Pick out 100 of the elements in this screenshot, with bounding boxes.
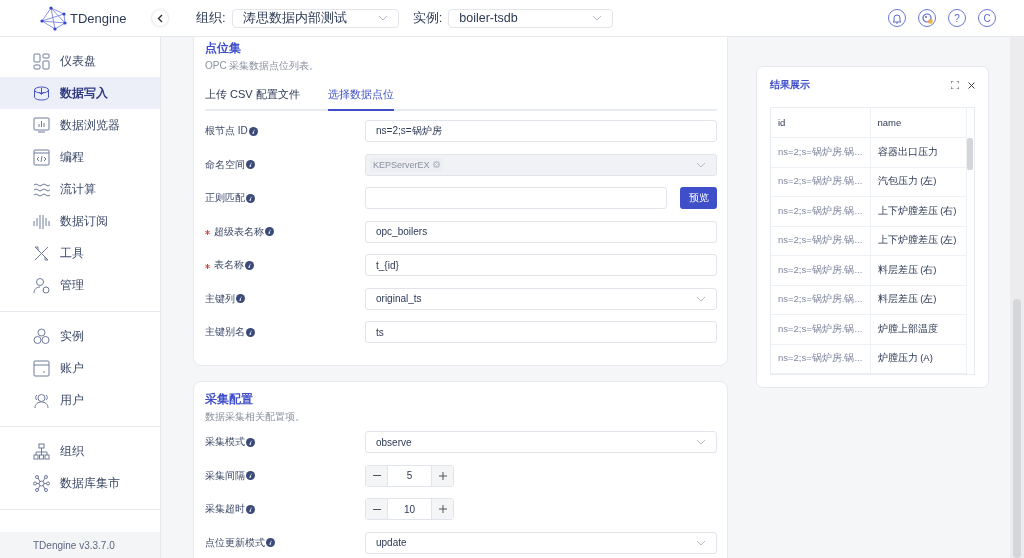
- input-field[interactable]: [365, 187, 667, 209]
- nav-item[interactable]: 数据写入: [0, 77, 160, 109]
- input-field[interactable]: ns=2;s=锅炉房: [365, 120, 717, 142]
- input-field[interactable]: ts: [365, 321, 717, 343]
- dashboard-icon: [33, 52, 50, 70]
- network-icon: [33, 474, 50, 492]
- chevron-down-icon: [592, 15, 603, 21]
- version-text: TDengine v3.3.7.0: [0, 532, 160, 558]
- section-description: OPC 采集数据点位列表。: [205, 59, 321, 73]
- select-field[interactable]: original_ts: [365, 287, 717, 310]
- select-field[interactable]: observe: [365, 431, 717, 453]
- tools-icon: [33, 244, 50, 262]
- column-header: id: [771, 108, 870, 138]
- table-cell: ns=2;s=锅炉房.锅...: [771, 137, 870, 167]
- field-label: 采集间隔: [205, 468, 245, 483]
- preview-button[interactable]: 预览: [680, 187, 717, 209]
- chevron-down-icon: [696, 161, 706, 168]
- table-cell: ns=2;s=锅炉房.锅...: [771, 314, 870, 344]
- minus-icon: [372, 508, 381, 510]
- nav-item[interactable]: 工具: [0, 237, 160, 269]
- info-icon: [236, 294, 245, 303]
- instance-label: 实例:: [412, 9, 443, 27]
- tag: KEPServerEX: [370, 157, 443, 172]
- table-cell: 汽包压力 (左): [870, 167, 967, 197]
- nav-item[interactable]: 实例: [0, 320, 160, 352]
- plus-icon: [438, 471, 447, 480]
- field-label: 根节点 ID: [205, 124, 248, 138]
- account-icon: [33, 359, 50, 377]
- info-icon: [246, 504, 255, 514]
- nav-item[interactable]: 仪表盘: [0, 45, 160, 77]
- table-cell: 料层差压 (左): [870, 285, 967, 315]
- info-icon: [246, 327, 255, 337]
- increment-button[interactable]: [432, 499, 453, 519]
- select-field[interactable]: update: [365, 531, 717, 554]
- info-icon: [265, 227, 274, 236]
- table-cell: 上下炉膛差压 (左): [870, 226, 967, 256]
- table-cell: 上下炉膛差压 (右): [870, 196, 967, 226]
- table-cell: ns=2;s=锅炉房.锅...: [771, 285, 870, 315]
- chart-icon: [33, 116, 50, 134]
- bell-icon: [892, 12, 902, 24]
- waves-icon: [33, 180, 50, 198]
- section-description: 数据采集相关配置项。: [205, 410, 306, 424]
- chevron-down-icon: [696, 295, 706, 302]
- info-icon: [246, 160, 255, 169]
- table-cell: ns=2;s=锅炉房.锅...: [771, 255, 870, 285]
- nav-item[interactable]: 流计算: [0, 173, 160, 205]
- field-label: 超级表名称: [214, 224, 264, 239]
- info-icon: [248, 126, 258, 136]
- nav-item[interactable]: 编程: [0, 141, 160, 173]
- table-cell: 料层差压 (右): [870, 255, 967, 285]
- chevron-left-icon: [157, 13, 163, 23]
- table-cell: ns=2;s=锅炉房.锅...: [771, 167, 870, 197]
- table-cell: 炉膛上部温度: [870, 314, 967, 344]
- info-icon: [246, 437, 255, 447]
- field-label: 点位更新模式: [205, 535, 265, 550]
- nav-item[interactable]: 管理: [0, 269, 160, 301]
- increment-button[interactable]: [432, 465, 453, 486]
- table-cell: 容器出口压力: [870, 137, 967, 167]
- scrollbar-thumb[interactable]: [967, 138, 973, 170]
- bars-icon: [33, 212, 50, 230]
- database-icon: [33, 84, 50, 102]
- nav-item[interactable]: 组织: [0, 435, 160, 467]
- nav-item[interactable]: 账户: [0, 352, 160, 384]
- info-icon: [246, 193, 255, 203]
- user-gear-icon: [33, 276, 50, 294]
- field-label: 命名空间: [205, 157, 245, 172]
- column-header: name: [870, 108, 967, 138]
- info-icon: [246, 471, 255, 480]
- table-cell: ns=2;s=锅炉房.锅...: [771, 344, 870, 374]
- nav-item[interactable]: 数据库集市: [0, 467, 160, 499]
- field-label: 主键别名: [205, 325, 245, 339]
- section-title: 采集配置: [205, 391, 254, 408]
- chevron-down-icon: [696, 439, 706, 445]
- nav-item[interactable]: 数据浏览器: [0, 109, 160, 141]
- plus-icon: [438, 505, 447, 513]
- decrement-button[interactable]: [366, 465, 387, 486]
- instance-select[interactable]: boiler-tsdb: [448, 8, 614, 28]
- remove-icon[interactable]: [432, 161, 440, 168]
- code-icon: [33, 148, 50, 166]
- org-select[interactable]: 涛思数据内部测试: [231, 8, 399, 28]
- collapse-button[interactable]: [152, 10, 168, 26]
- org-icon: [33, 442, 50, 460]
- nav-item[interactable]: 数据订阅: [0, 205, 160, 237]
- tab[interactable]: 选择数据点位: [327, 87, 394, 111]
- section-title: 点位集: [205, 40, 242, 57]
- table-cell: ns=2;s=锅炉房.锅...: [771, 196, 870, 226]
- info-icon: [266, 538, 275, 547]
- input-field[interactable]: opc_boilers: [365, 220, 717, 243]
- field-label: 表名称: [214, 258, 244, 272]
- tab[interactable]: 上传 CSV 配置文件: [205, 87, 300, 111]
- input-field[interactable]: t_{id}: [365, 254, 717, 276]
- field-label: 正则匹配: [205, 191, 245, 205]
- chevron-down-icon: [696, 539, 706, 546]
- fullscreen-icon[interactable]: [951, 81, 959, 89]
- close-icon[interactable]: [968, 81, 975, 89]
- nav-item[interactable]: 用户: [0, 384, 160, 416]
- chevron-down-icon: [377, 15, 388, 21]
- scrollbar[interactable]: [1010, 37, 1024, 558]
- palette-icon: [921, 12, 933, 24]
- minus-icon: [372, 475, 381, 476]
